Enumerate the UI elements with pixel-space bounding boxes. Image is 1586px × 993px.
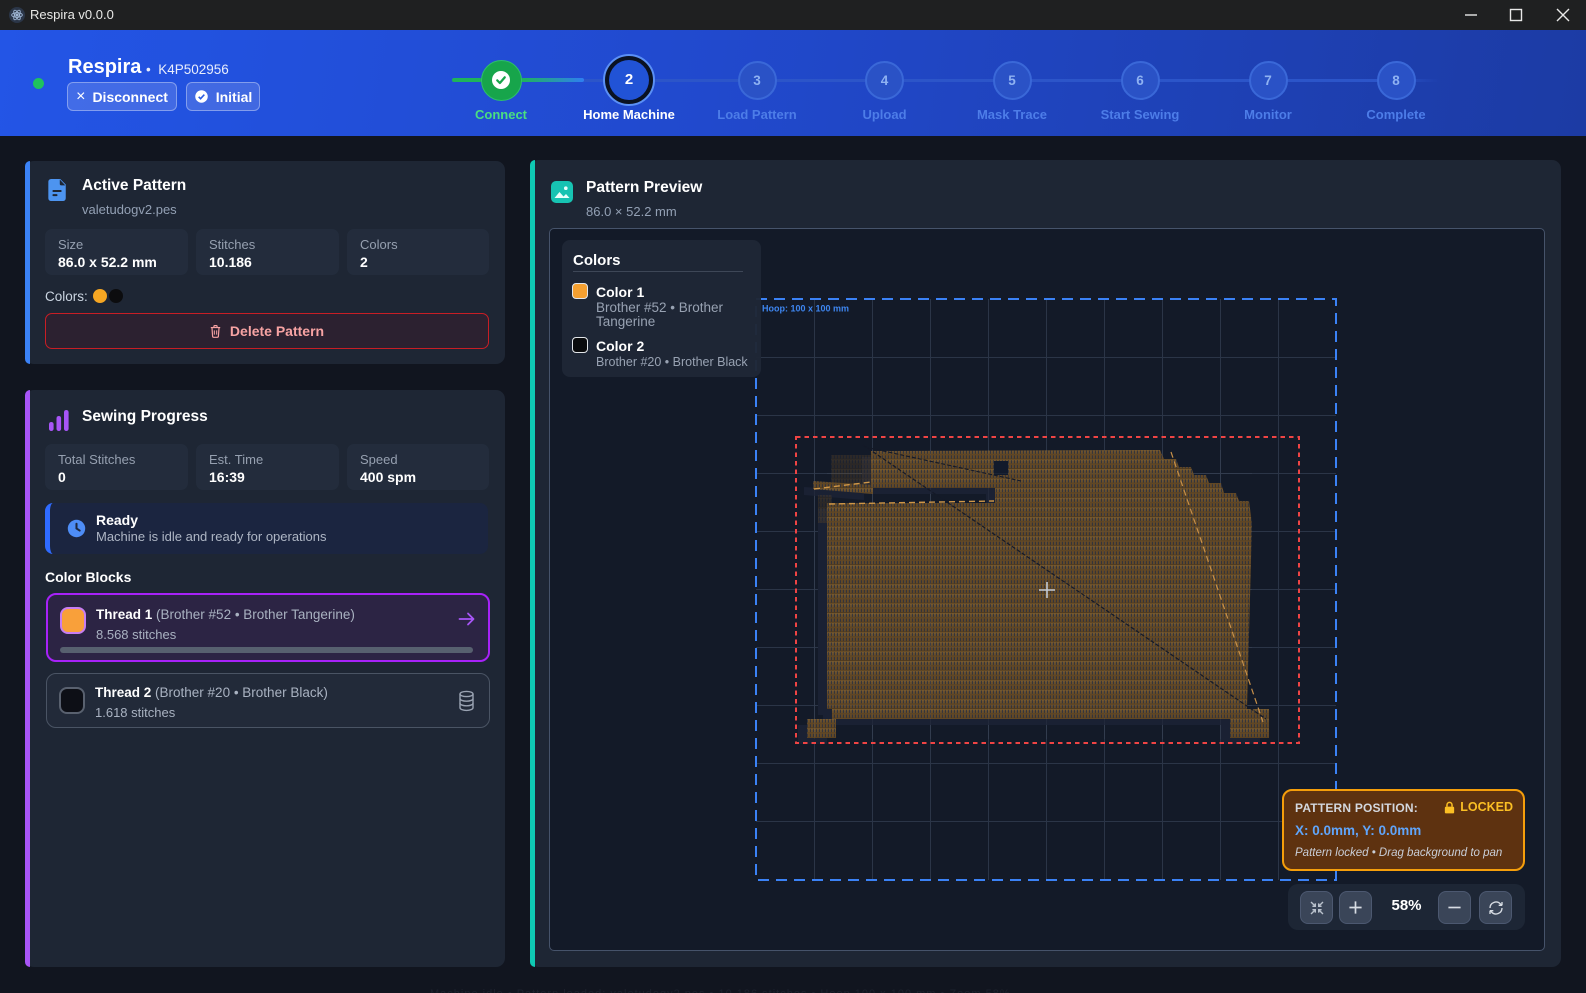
svg-text:Hoop: 100 x 100 mm: Hoop: 100 x 100 mm (762, 303, 849, 313)
